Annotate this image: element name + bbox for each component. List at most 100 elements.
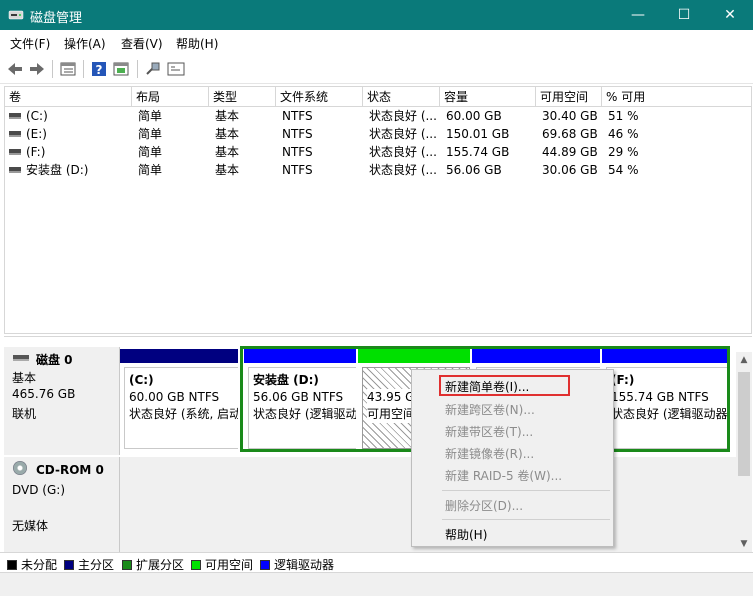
cdrom-name: CD-ROM 0 xyxy=(36,463,104,477)
menu-item-new-simple-volume[interactable]: 新建简单卷(I)... xyxy=(445,378,529,395)
svg-text:?: ? xyxy=(96,63,103,77)
volume-status: 状态良好 (... xyxy=(369,127,437,141)
volume-type: 基本 xyxy=(215,145,240,159)
volume-row[interactable]: (C:) 简单 基本 NTFS 状态良好 (... 60.00 GB 30.40… xyxy=(5,107,751,125)
menu-view[interactable]: 查看(V) xyxy=(121,35,163,52)
drive-icon xyxy=(9,130,21,137)
menu-item-new-mirrored-volume[interactable]: 新建镜像卷(R)... xyxy=(445,445,534,462)
volume-layout: 简单 xyxy=(138,127,163,141)
properties-icon[interactable] xyxy=(111,59,131,79)
legend-bar: 未分配 主分区 扩展分区 可用空间 逻辑驱动器 xyxy=(0,552,753,572)
disk-0-label[interactable]: 磁盘 0 基本 465.76 GB 联机 xyxy=(4,347,120,455)
logical-drive-bar xyxy=(472,349,600,363)
partition-c[interactable]: (C:) 60.00 GB NTFS 状态良好 (系统, 启动 xyxy=(120,349,238,449)
column-header-volume[interactable]: 卷 xyxy=(5,87,132,107)
column-header-capacity[interactable]: 容量 xyxy=(440,87,536,107)
disk-management-app-icon xyxy=(8,10,24,20)
cdrom-icon xyxy=(13,461,27,475)
scrollbar-thumb[interactable] xyxy=(738,372,750,476)
cdrom-drive: DVD (G:) xyxy=(12,483,65,497)
partition-size: 43.95 G xyxy=(367,389,415,406)
menu-item-new-raid5-volume[interactable]: 新建 RAID-5 卷(W)... xyxy=(445,467,562,484)
help-icon[interactable]: ? xyxy=(89,59,109,79)
list-view-icon[interactable] xyxy=(58,59,78,79)
free-space-bar xyxy=(358,349,470,363)
partition-d[interactable]: 安装盘 (D:) 56.06 GB NTFS 状态良好 (逻辑驱动 xyxy=(244,349,356,449)
volume-name: (E:) xyxy=(26,127,47,141)
menu-item-delete-partition[interactable]: 删除分区(D)... xyxy=(445,497,523,514)
volume-capacity: 60.00 GB xyxy=(446,109,502,123)
volume-filesystem: NTFS xyxy=(282,109,313,123)
scroll-up-icon[interactable]: ▲ xyxy=(736,352,752,368)
partition-label: (C:) xyxy=(129,373,154,387)
menu-help[interactable]: 帮助(H) xyxy=(176,35,218,52)
scroll-down-icon[interactable]: ▼ xyxy=(736,536,752,552)
disk-status: 联机 xyxy=(12,407,37,421)
volume-type: 基本 xyxy=(215,109,240,123)
close-button[interactable]: ✕ xyxy=(707,0,753,30)
column-header-status[interactable]: 状态 xyxy=(363,87,440,107)
partition-f[interactable]: (F:) 155.74 GB NTFS 状态良好 (逻辑驱动器 xyxy=(602,349,727,449)
partition-label: 安装盘 (D:) xyxy=(253,373,319,387)
menu-item-new-striped-volume[interactable]: 新建带区卷(T)... xyxy=(445,423,533,440)
volume-name: 安装盘 (D:) xyxy=(26,163,89,177)
volume-list: 卷 布局 类型 文件系统 状态 容量 可用空间 % 可用 (C:) 简单 基本 … xyxy=(4,86,752,334)
forward-arrow-icon[interactable] xyxy=(27,59,47,79)
drive-icon xyxy=(9,166,21,173)
column-header-layout[interactable]: 布局 xyxy=(132,87,209,107)
legend-swatch xyxy=(64,560,74,570)
legend-swatch xyxy=(260,560,270,570)
menu-action[interactable]: 操作(A) xyxy=(64,35,106,52)
menu-item-help[interactable]: 帮助(H) xyxy=(445,526,487,543)
column-header-filesystem[interactable]: 文件系统 xyxy=(276,87,363,107)
volume-layout: 简单 xyxy=(138,145,163,159)
legend-swatch xyxy=(122,560,132,570)
volume-free-space: 30.06 GB xyxy=(542,163,598,177)
toolbar-separator xyxy=(83,60,84,78)
legend-swatch xyxy=(7,560,17,570)
column-header-free-space[interactable]: 可用空间 xyxy=(536,87,602,107)
vertical-scrollbar[interactable]: ▲ ▼ xyxy=(736,352,752,552)
volume-row[interactable]: (E:) 简单 基本 NTFS 状态良好 (... 150.01 GB 69.6… xyxy=(5,125,751,143)
connect-icon[interactable] xyxy=(143,59,163,79)
legend-primary: 主分区 xyxy=(64,556,114,572)
status-bar xyxy=(0,572,753,596)
partition-size: 60.00 GB NTFS xyxy=(129,390,220,404)
disk-graphical-view: 磁盘 0 基本 465.76 GB 联机 (C:) 60.00 GB NTFS … xyxy=(4,336,752,553)
legend-swatch xyxy=(191,560,201,570)
cdrom-media: 无媒体 xyxy=(12,519,49,533)
volume-type: 基本 xyxy=(215,163,240,177)
context-menu: 新建简单卷(I)... 新建跨区卷(N)... 新建带区卷(T)... 新建镜像… xyxy=(411,369,614,547)
volume-percent-free: 54 % xyxy=(608,163,639,177)
column-header-type[interactable]: 类型 xyxy=(209,87,276,107)
volume-filesystem: NTFS xyxy=(282,145,313,159)
drive-icon xyxy=(9,148,21,155)
menu-item-new-spanned-volume[interactable]: 新建跨区卷(N)... xyxy=(445,401,535,418)
legend-extended: 扩展分区 xyxy=(122,556,184,572)
menu-file[interactable]: 文件(F) xyxy=(10,35,50,52)
disk-icon xyxy=(13,355,29,361)
toolbar-separator xyxy=(137,60,138,78)
menu-bar: 文件(F) 操作(A) 查看(V) 帮助(H) xyxy=(0,30,753,54)
disk-size: 465.76 GB xyxy=(12,387,76,401)
volume-row[interactable]: (F:) 简单 基本 NTFS 状态良好 (... 155.74 GB 44.8… xyxy=(5,143,751,161)
column-header-percent-free[interactable]: % 可用 xyxy=(602,87,753,107)
menu-separator xyxy=(442,519,610,520)
toolbar: ? xyxy=(0,54,753,84)
volume-capacity: 150.01 GB xyxy=(446,127,510,141)
primary-partition-bar xyxy=(120,349,238,363)
volume-status: 状态良好 (... xyxy=(369,145,437,159)
back-arrow-icon[interactable] xyxy=(5,59,25,79)
legend-unallocated: 未分配 xyxy=(7,556,57,572)
partition-label: (F:) xyxy=(611,373,635,387)
maximize-button[interactable]: ☐ xyxy=(661,0,707,30)
console-icon[interactable] xyxy=(166,59,186,79)
volume-filesystem: NTFS xyxy=(282,163,313,177)
logical-drive-bar xyxy=(602,349,727,363)
minimize-button[interactable]: — xyxy=(615,0,661,30)
volume-filesystem: NTFS xyxy=(282,127,313,141)
volume-row[interactable]: 安装盘 (D:) 简单 基本 NTFS 状态良好 (... 56.06 GB 3… xyxy=(5,161,751,179)
volume-free-space: 30.40 GB xyxy=(542,109,598,123)
cdrom-0-label[interactable]: CD-ROM 0 DVD (G:) 无媒体 xyxy=(4,457,120,553)
volume-status: 状态良好 (... xyxy=(369,109,437,123)
